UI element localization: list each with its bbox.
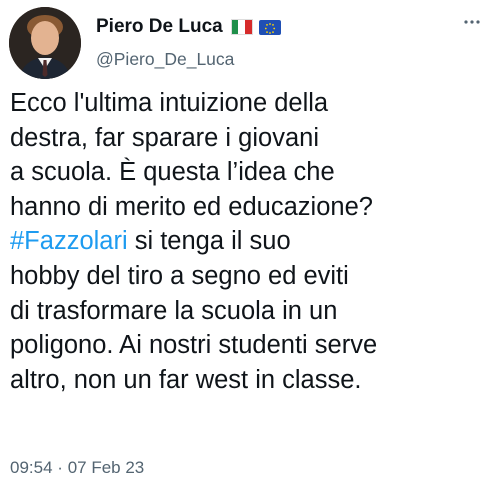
tweet-line: hobby del tiro a segno ed eviti (10, 261, 349, 290)
tweet-line: di trasformare la scuola in un (10, 296, 338, 325)
tweet-text: Ecco l'ultima intuizione della destra, f… (10, 86, 492, 397)
tweet-line: hanno di merito ed educazione? (10, 192, 373, 221)
tweet-line: a scuola. È questa l’idea che (10, 158, 335, 187)
display-name[interactable]: Piero De Luca (96, 16, 223, 38)
tweet-line: poligono. Ai nostri studenti serve (10, 331, 378, 360)
timestamp-separator: · (57, 458, 63, 477)
tweet-time: 09:54 (10, 458, 53, 477)
tweet-line-rest: si tenga il suo (127, 227, 291, 256)
italy-flag-icon (230, 19, 253, 35)
tweet-line: altro, non un far west in classe. (10, 365, 362, 394)
tweet-line: #Fazzolari si tenga il suo (10, 224, 492, 259)
tweet-date: 07 Feb 23 (67, 458, 145, 477)
author-name-row[interactable]: Piero De Luca (96, 16, 281, 38)
hashtag-link[interactable]: #Fazzolari (10, 227, 128, 255)
more-options-icon[interactable] (462, 12, 482, 32)
author-handle[interactable]: @Piero_De_Luca (96, 49, 234, 70)
tweet-timestamp[interactable]: 09:54 · 07 Feb 23 (10, 458, 144, 478)
tweet-line: destra, far sparare i giovani (10, 123, 319, 152)
avatar-photo (9, 7, 81, 79)
tweet-line: Ecco l'ultima intuizione della (10, 89, 329, 117)
avatar[interactable] (9, 7, 81, 79)
eu-flag-icon (258, 19, 281, 35)
